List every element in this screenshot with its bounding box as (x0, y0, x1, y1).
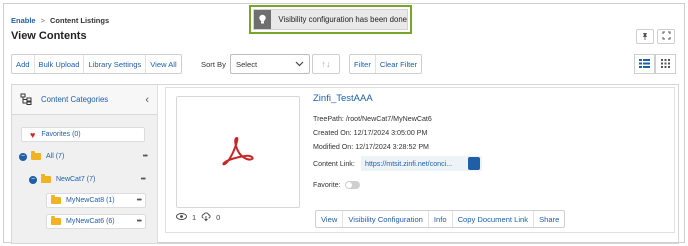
heart-icon: ♥ (30, 129, 36, 140)
share-button[interactable]: Share (534, 211, 564, 227)
sidebar-item-label: NewCat7 (7) (56, 176, 96, 183)
sort-direction-button[interactable]: ↑↓ (312, 54, 340, 74)
toast-notification: Visibility configuration has been done (249, 5, 412, 34)
content-toolbar: Add Bulk Upload Library Settings View Al… (11, 54, 182, 74)
sidebar-item-label: MyNewCat8 (1) (66, 197, 115, 204)
collapse-minus-icon[interactable]: − (29, 175, 37, 184)
clear-filter-button[interactable]: Clear Filter (376, 55, 421, 73)
tree-icon (20, 93, 32, 107)
sidebar-item-label: Favorites (0) (41, 131, 81, 138)
sort-arrows-icon: ↑↓ (321, 59, 331, 69)
sort-by-value: Select (236, 59, 258, 69)
category-sidebar: Content Categories ‹ ♥ Favorites (0) − A… (12, 85, 158, 243)
copy-document-link-button[interactable]: Copy Document Link (453, 211, 535, 227)
sidebar-item-mynewcat6[interactable]: MyNewCat6 (6) ••• (46, 214, 146, 229)
tree-path-label: TreePath: (313, 115, 344, 123)
tree-path-value: /root/NewCat7/MyNewCat6 (345, 115, 432, 123)
view-all-button[interactable]: View All (146, 55, 180, 73)
pin-icon (641, 32, 649, 42)
more-options-icon[interactable]: ••• (141, 176, 146, 183)
bulk-upload-button[interactable]: Bulk Upload (35, 55, 85, 73)
sidebar-title: Content Categories (41, 95, 109, 104)
copy-link-icon[interactable] (468, 157, 480, 170)
tree-path-row: TreePath: /root/NewCat7/MyNewCat6 (313, 115, 432, 123)
action-button-group: Add Bulk Upload Library Settings View Al… (11, 54, 182, 74)
content-link[interactable]: https://mtsit.zinfi.net/conci... (361, 156, 482, 171)
grid-view-button[interactable] (655, 54, 676, 74)
sidebar-item-all[interactable]: − All (7) ••• (15, 149, 151, 164)
folder-icon (51, 195, 61, 204)
favorite-label: Favorite: (313, 181, 341, 189)
folder-icon (31, 151, 41, 160)
sidebar-item-newcat7[interactable]: − NewCat7 (7) ••• (25, 172, 149, 187)
lightbulb-icon (254, 10, 272, 29)
eye-icon (176, 213, 187, 222)
filter-button-group: Filter Clear Filter (349, 54, 423, 74)
chevron-down-icon (295, 60, 304, 69)
more-options-icon[interactable]: ••• (137, 218, 142, 225)
sort-by-select[interactable]: Select (230, 54, 310, 74)
add-button[interactable]: Add (12, 55, 35, 73)
list-view-button[interactable] (634, 54, 655, 74)
pin-button[interactable] (636, 29, 654, 44)
content-thumbnail[interactable] (176, 96, 300, 208)
folder-icon (51, 216, 61, 225)
breadcrumb: Enable > Content Listings (11, 16, 109, 25)
breadcrumb-root-link[interactable]: Enable (11, 16, 36, 25)
more-options-icon[interactable]: ••• (137, 197, 142, 204)
filter-button[interactable]: Filter (350, 55, 376, 73)
list-view-icon (639, 58, 650, 70)
expand-icon (662, 31, 671, 42)
views-count: 1 (192, 213, 197, 222)
folder-icon (41, 174, 51, 183)
download-icon (201, 212, 211, 223)
content-title-link[interactable]: Zinfi_TestAAA (313, 93, 373, 104)
created-value: 12/17/2024 3:05:00 PM (353, 129, 428, 137)
content-link-label: Content Link: (313, 160, 355, 168)
favorite-toggle[interactable] (345, 181, 360, 189)
breadcrumb-separator: > (40, 16, 45, 25)
collapse-minus-icon[interactable]: − (19, 152, 27, 161)
sidebar-item-mynewcat8[interactable]: MyNewCat8 (1) ••• (46, 193, 146, 208)
toggle-knob (346, 182, 352, 188)
sidebar-header: Content Categories ‹ (12, 85, 157, 115)
expand-button[interactable] (657, 29, 675, 44)
content-link-url[interactable]: https://mtsit.zinfi.net/conci... (365, 160, 452, 168)
more-options-icon[interactable]: ••• (143, 153, 148, 160)
modified-row: Modified On: 12/17/2024 3:28:52 PM (313, 143, 429, 151)
info-button[interactable]: Info (429, 211, 453, 227)
page-title: View Contents (11, 30, 87, 42)
downloads-count: 0 (216, 213, 221, 222)
content-actions: View Visibility Configuration Info Copy … (315, 210, 566, 228)
sidebar-item-label: All (7) (46, 153, 65, 160)
view-toggle (634, 54, 676, 74)
created-label: Created On: (313, 129, 352, 137)
collapse-sidebar-chevron-icon[interactable]: ‹ (145, 94, 149, 106)
toast-message: Visibility configuration has been done (278, 15, 407, 24)
modified-value: 12/17/2024 3:28:52 PM (355, 143, 429, 151)
library-settings-button[interactable]: Library Settings (84, 55, 147, 73)
sort-by-label: Sort By (201, 60, 226, 69)
pdf-icon (221, 136, 255, 168)
sidebar-item-label: MyNewCat6 (6) (66, 218, 115, 225)
sidebar-item-favorites[interactable]: ♥ Favorites (0) (21, 127, 145, 142)
view-button[interactable]: View (316, 211, 344, 227)
grid-view-icon (661, 58, 670, 70)
breadcrumb-current: Content Listings (49, 16, 110, 25)
content-stats: 1 0 (176, 212, 220, 223)
visibility-configuration-button[interactable]: Visibility Configuration (343, 211, 429, 227)
modified-label: Modified On: (313, 143, 354, 151)
created-row: Created On: 12/17/2024 3:05:00 PM (313, 129, 427, 137)
